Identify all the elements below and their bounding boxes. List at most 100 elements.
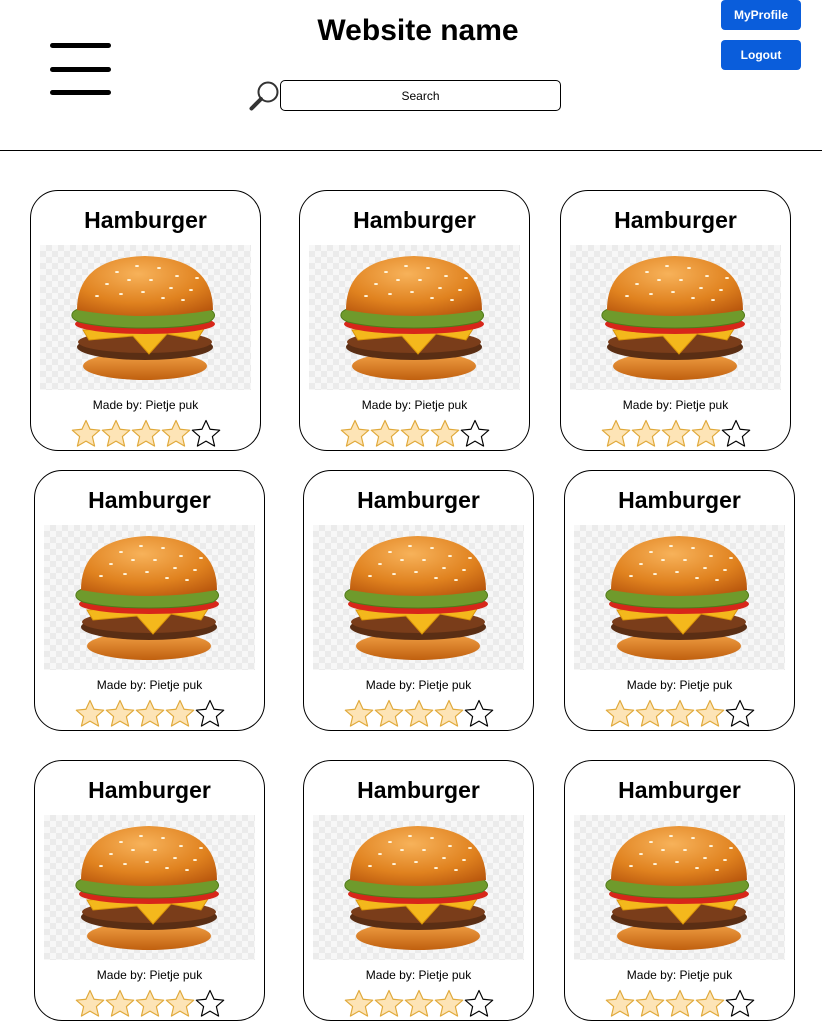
- hamburger-menu-icon[interactable]: [50, 43, 111, 97]
- star-empty-icon[interactable]: [459, 419, 491, 448]
- menu-bar: [50, 43, 111, 48]
- star-filled-icon[interactable]: [660, 419, 692, 448]
- star-filled-icon[interactable]: [403, 989, 435, 1018]
- recipe-title: Hamburger: [618, 777, 741, 803]
- star-empty-icon[interactable]: [724, 699, 756, 728]
- star-filled-icon[interactable]: [694, 699, 726, 728]
- search-input[interactable]: [280, 80, 561, 111]
- recipe-title: Hamburger: [88, 777, 211, 803]
- star-empty-icon[interactable]: [463, 989, 495, 1018]
- star-empty-icon[interactable]: [194, 699, 226, 728]
- star-filled-icon[interactable]: [134, 699, 166, 728]
- star-rating: [339, 419, 494, 449]
- recipe-image: [40, 245, 251, 390]
- star-filled-icon[interactable]: [70, 419, 102, 448]
- star-filled-icon[interactable]: [403, 699, 435, 728]
- recipe-card[interactable]: Hamburger Made by: Pietje puk: [303, 470, 534, 731]
- star-filled-icon[interactable]: [664, 699, 696, 728]
- star-filled-icon[interactable]: [339, 419, 371, 448]
- star-rating: [604, 989, 759, 1019]
- star-filled-icon[interactable]: [694, 989, 726, 1018]
- star-filled-icon[interactable]: [104, 699, 136, 728]
- star-filled-icon[interactable]: [160, 419, 192, 448]
- star-filled-icon[interactable]: [664, 989, 696, 1018]
- star-filled-icon[interactable]: [429, 419, 461, 448]
- star-empty-icon[interactable]: [190, 419, 222, 448]
- star-filled-icon[interactable]: [604, 699, 636, 728]
- star-filled-icon[interactable]: [343, 699, 375, 728]
- star-filled-icon[interactable]: [343, 989, 375, 1018]
- star-filled-icon[interactable]: [600, 419, 632, 448]
- recipe-author: Made by: Pietje puk: [361, 398, 468, 412]
- recipe-card[interactable]: Hamburger Made by: Pietje puk: [34, 470, 265, 731]
- hamburger-image: [601, 256, 745, 380]
- star-rating: [343, 699, 498, 729]
- recipe-card[interactable]: Hamburger Made by: Pietje puk: [564, 470, 795, 731]
- star-filled-icon[interactable]: [130, 419, 162, 448]
- hamburger-image: [605, 826, 749, 950]
- recipe-card[interactable]: Hamburger Made by: Pietje puk: [299, 190, 530, 451]
- hamburger-image: [340, 256, 484, 380]
- star-empty-icon[interactable]: [720, 419, 752, 448]
- recipe-author: Made by: Pietje puk: [92, 398, 199, 412]
- star-filled-icon[interactable]: [433, 699, 465, 728]
- star-filled-icon[interactable]: [634, 699, 666, 728]
- recipe-card[interactable]: Hamburger Made by: Pietje puk: [303, 760, 534, 1021]
- recipe-title: Hamburger: [357, 487, 480, 513]
- star-filled-icon[interactable]: [134, 989, 166, 1018]
- magnifier-icon[interactable]: [249, 80, 281, 112]
- recipe-image: [313, 525, 524, 670]
- hamburger-image: [344, 826, 488, 950]
- recipe-title: Hamburger: [353, 207, 476, 233]
- star-filled-icon[interactable]: [604, 989, 636, 1018]
- recipe-author: Made by: Pietje puk: [365, 968, 472, 982]
- header-divider: [0, 150, 822, 151]
- recipe-author: Made by: Pietje puk: [96, 968, 203, 982]
- star-filled-icon[interactable]: [630, 419, 662, 448]
- recipe-image: [574, 815, 785, 960]
- star-filled-icon[interactable]: [100, 419, 132, 448]
- star-filled-icon[interactable]: [634, 989, 666, 1018]
- menu-bar: [50, 67, 111, 72]
- recipe-card[interactable]: Hamburger Made by: Pietje puk: [34, 760, 265, 1021]
- hamburger-image: [75, 826, 219, 950]
- recipe-author: Made by: Pietje puk: [96, 678, 203, 692]
- myprofile-button[interactable]: MyProfile: [721, 0, 801, 30]
- star-filled-icon[interactable]: [74, 699, 106, 728]
- recipe-title: Hamburger: [618, 487, 741, 513]
- star-filled-icon[interactable]: [104, 989, 136, 1018]
- menu-bar: [50, 90, 111, 95]
- star-rating: [604, 699, 759, 729]
- logout-button[interactable]: Logout: [721, 40, 801, 70]
- recipe-title: Hamburger: [614, 207, 737, 233]
- star-filled-icon[interactable]: [690, 419, 722, 448]
- recipe-card[interactable]: Hamburger Made by: Pietje puk: [30, 190, 261, 451]
- recipe-card[interactable]: Hamburger Made by: Pietje puk: [564, 760, 795, 1021]
- star-filled-icon[interactable]: [399, 419, 431, 448]
- star-filled-icon[interactable]: [369, 419, 401, 448]
- hamburger-image: [605, 536, 749, 660]
- star-empty-icon[interactable]: [724, 989, 756, 1018]
- star-filled-icon[interactable]: [164, 989, 196, 1018]
- star-filled-icon[interactable]: [164, 699, 196, 728]
- star-empty-icon[interactable]: [463, 699, 495, 728]
- recipe-title: Hamburger: [357, 777, 480, 803]
- star-rating: [74, 699, 229, 729]
- hamburger-image: [344, 536, 488, 660]
- star-rating: [600, 419, 755, 449]
- star-empty-icon[interactable]: [194, 989, 226, 1018]
- star-filled-icon[interactable]: [74, 989, 106, 1018]
- hamburger-image: [71, 256, 215, 380]
- site-title: Website name: [317, 14, 519, 47]
- star-filled-icon[interactable]: [373, 699, 405, 728]
- star-filled-icon[interactable]: [433, 989, 465, 1018]
- star-rating: [74, 989, 229, 1019]
- recipe-author: Made by: Pietje puk: [365, 678, 472, 692]
- recipe-title: Hamburger: [88, 487, 211, 513]
- recipe-card[interactable]: Hamburger Made by: Pietje puk: [560, 190, 791, 451]
- recipe-image: [570, 245, 781, 390]
- star-filled-icon[interactable]: [373, 989, 405, 1018]
- recipe-image: [574, 525, 785, 670]
- recipe-image: [44, 815, 255, 960]
- hamburger-image: [75, 536, 219, 660]
